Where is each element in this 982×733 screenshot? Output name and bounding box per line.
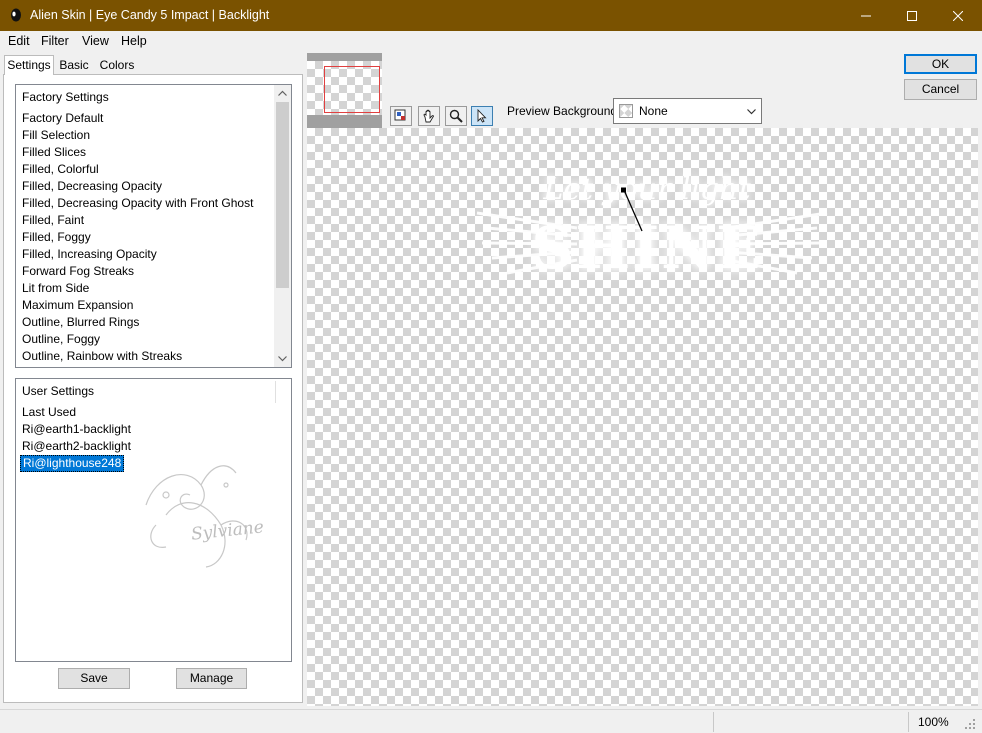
zoom-tool-button[interactable]: [445, 106, 467, 126]
zoom-level: 100%: [918, 715, 949, 729]
status-bar: 100%: [0, 709, 982, 733]
cancel-button[interactable]: Cancel: [904, 79, 977, 100]
header-divider: [275, 381, 276, 403]
list-item[interactable]: Maximum Expansion: [22, 297, 133, 314]
reset-view-button[interactable]: [390, 106, 412, 126]
minimize-button[interactable]: [843, 0, 889, 31]
list-item[interactable]: Forward Fog Streaks: [22, 263, 134, 280]
preview-background-label: Preview Background:: [507, 104, 621, 118]
hand-tool-button[interactable]: [418, 106, 440, 126]
hand-pan-icon: [423, 109, 434, 123]
save-button[interactable]: Save: [58, 668, 130, 689]
user-settings-header: User Settings: [22, 384, 95, 398]
chevron-down-icon: [747, 109, 756, 115]
preview-background-select[interactable]: None: [613, 98, 762, 124]
list-item-selected[interactable]: Ri@lighthouse248: [20, 455, 125, 472]
menu-help[interactable]: Help: [121, 34, 147, 48]
factory-list-scrollbar[interactable]: [274, 85, 291, 367]
maximize-button[interactable]: [889, 0, 935, 31]
tab-settings[interactable]: Settings: [4, 55, 54, 75]
status-divider: [908, 712, 909, 732]
minimize-icon: [861, 15, 871, 16]
reset-view-icon: [394, 109, 406, 121]
scroll-up-icon[interactable]: [278, 90, 287, 96]
list-item[interactable]: Filled, Increasing Opacity: [22, 246, 157, 263]
ok-button[interactable]: OK: [904, 54, 977, 74]
window-title: Alien Skin | Eye Candy 5 Impact | Backli…: [30, 8, 270, 22]
list-item[interactable]: Filled, Foggy: [22, 229, 91, 246]
list-item[interactable]: Filled, Colorful: [22, 161, 99, 178]
close-icon: [953, 10, 963, 21]
watermark-swirl-icon: [145, 465, 248, 568]
list-item[interactable]: Filled, Decreasing Opacity: [22, 178, 162, 195]
list-item[interactable]: Filled, Faint: [22, 212, 84, 229]
tab-basic[interactable]: Basic: [58, 56, 90, 74]
list-item[interactable]: Factory Default: [22, 110, 103, 127]
direction-handle[interactable]: [619, 186, 649, 236]
pointer-arrow-icon: [477, 109, 487, 123]
resize-grip-icon[interactable]: [964, 718, 976, 730]
preview-background-value: None: [639, 104, 668, 118]
list-item[interactable]: Last Used: [22, 404, 76, 421]
close-button[interactable]: [935, 0, 981, 31]
tab-colors[interactable]: Colors: [98, 56, 136, 74]
menu-edit[interactable]: Edit: [8, 34, 30, 48]
list-item[interactable]: Lit from Side: [22, 280, 89, 297]
status-divider: [713, 712, 714, 732]
menu-bar: Edit Filter View Help: [0, 31, 982, 51]
menu-filter[interactable]: Filter: [41, 34, 69, 48]
navigator-viewport[interactable]: [324, 66, 380, 113]
list-item[interactable]: Outline, Blurred Rings: [22, 314, 139, 331]
scroll-thumb[interactable]: [276, 102, 289, 288]
transparency-swatch-icon: [619, 104, 633, 118]
list-item[interactable]: Ri@earth2-backlight: [22, 438, 131, 455]
zoom-icon: [449, 109, 463, 123]
list-item[interactable]: Filled Slices: [22, 144, 86, 161]
pointer-tool-button[interactable]: [471, 106, 493, 126]
preview-canvas[interactable]: Let your light SHINE: [307, 128, 978, 706]
list-item[interactable]: Filled, Decreasing Opacity with Front Gh…: [22, 195, 253, 212]
title-bar: Alien Skin | Eye Candy 5 Impact | Backli…: [0, 0, 982, 31]
list-item[interactable]: Outline, Foggy: [22, 331, 100, 348]
user-settings-list[interactable]: User Settings Last Used Ri@earth1-backli…: [15, 378, 292, 662]
alien-skin-logo-icon: [11, 8, 21, 22]
maximize-icon: [907, 10, 917, 21]
list-item[interactable]: Outline, Rainbow with Streaks: [22, 348, 182, 365]
list-item[interactable]: Fill Selection: [22, 127, 90, 144]
list-item[interactable]: Ri@earth1-backlight: [22, 421, 131, 438]
factory-settings-list[interactable]: Factory Settings Factory Default Fill Se…: [15, 84, 292, 368]
scroll-down-icon[interactable]: [278, 356, 287, 362]
factory-settings-header: Factory Settings: [22, 90, 109, 104]
menu-view[interactable]: View: [82, 34, 109, 48]
manage-button[interactable]: Manage: [176, 668, 247, 689]
